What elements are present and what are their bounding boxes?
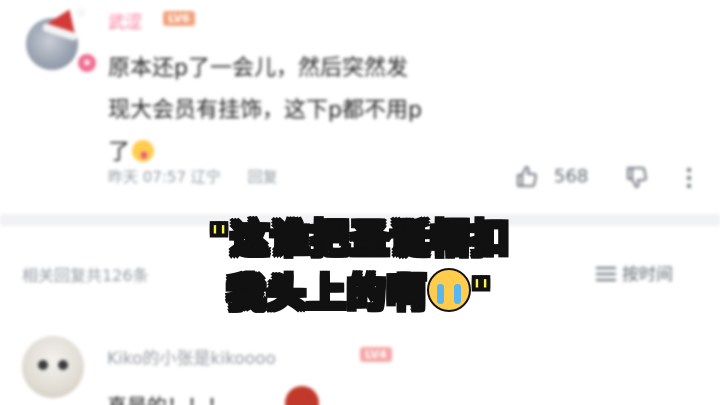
caption-line-2: 我头上的啊 " <box>0 266 720 320</box>
comment-time: 昨天 07:57 <box>108 168 186 186</box>
dislike-icon[interactable] <box>625 165 649 189</box>
comment-username[interactable]: 武涩 <box>108 8 142 33</box>
smile-emoji-icon <box>132 140 155 162</box>
vip-badge-icon: ★ <box>76 52 98 74</box>
reply-avatar[interactable] <box>22 336 84 398</box>
reply-button[interactable]: 回复 <box>248 168 278 186</box>
avatar-eye <box>38 360 48 370</box>
heart-sticker-icon <box>285 386 319 405</box>
santa-hat-pompom <box>76 8 85 17</box>
crying-emoji-icon <box>427 268 472 312</box>
avatar-eye <box>58 360 68 370</box>
avatar[interactable]: ★ <box>20 3 98 74</box>
caption-line-2-end: " <box>470 270 493 316</box>
reply-text: 真是的！！！ <box>107 390 227 405</box>
reply-item: Kiko的小张是kikoooo LV4 真是的！！！ <box>0 326 720 405</box>
comment-meta: 昨天 07:57 辽宁 回复 <box>108 166 278 187</box>
comment-location: 辽宁 <box>190 168 221 186</box>
comment-screen: ★ 武涩 LV6 原本还p了一会儿，然后突然发现大会员有挂饰，这下p都不用p了 … <box>0 0 720 405</box>
caption-line-1: "这谁把圣诞帽扣 <box>208 216 511 262</box>
like-count: 568 <box>554 166 589 187</box>
reply-level-badge: LV4 <box>360 347 392 362</box>
comment-body: 原本还p了一会儿，然后突然发现大会员有挂饰，这下p都不用p了 <box>108 56 422 165</box>
caption-line-2-text: 我头上的啊 <box>226 270 428 316</box>
more-icon[interactable] <box>686 166 692 190</box>
comment-card: ★ 武涩 LV6 原本还p了一会儿，然后突然发现大会员有挂饰，这下p都不用p了 … <box>0 0 720 205</box>
like-icon[interactable] <box>515 165 539 189</box>
comment-text: 原本还p了一会儿，然后突然发现大会员有挂饰，这下p都不用p了 <box>108 48 428 174</box>
overlay-caption: "这谁把圣诞帽扣 我头上的啊 " <box>0 212 720 320</box>
screenshot-frame: ★ 武涩 LV6 原本还p了一会儿，然后突然发现大会员有挂饰，这下p都不用p了 … <box>0 0 720 405</box>
reply-username[interactable]: Kiko的小张是kikoooo <box>107 344 276 369</box>
level-badge: LV6 <box>163 11 195 26</box>
